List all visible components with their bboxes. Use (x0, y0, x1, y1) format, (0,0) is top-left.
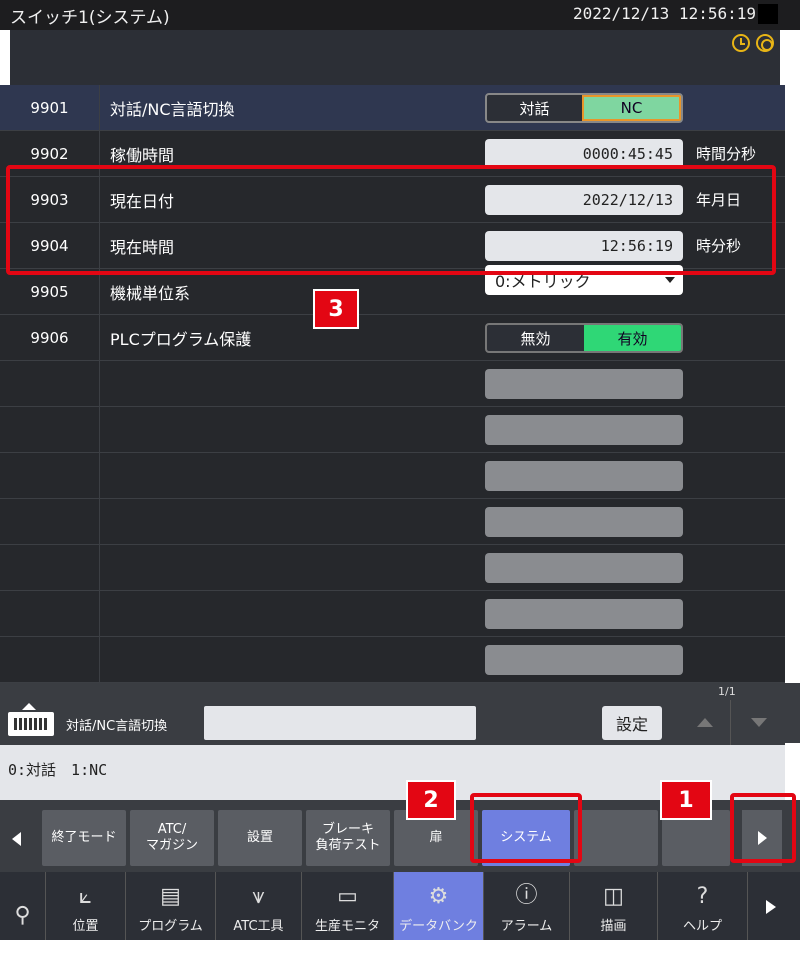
table-row[interactable]: 9905 機械単位系 0:メトリック (0, 265, 785, 315)
nav-help[interactable]: ? ヘルプ (658, 872, 748, 940)
input-label: 対話/NC言語切換 (66, 719, 168, 734)
page-indicator: 1/1 (718, 685, 736, 698)
highlight-box-next (730, 793, 796, 863)
callout-badge-1: 1 (660, 780, 712, 820)
toggle-option-dialog[interactable]: 対話 (487, 95, 582, 121)
fkey-brake-test[interactable]: ブレーキ 負荷テスト (306, 810, 390, 866)
nav-label: ATC工具 (233, 919, 284, 934)
status-box (758, 4, 778, 24)
table-row (0, 499, 785, 545)
param-number: 9905 (0, 269, 100, 314)
language-toggle[interactable]: 対話 NC (485, 93, 683, 123)
fkey-blank-7[interactable] (574, 810, 658, 866)
highlight-box-date-time (6, 165, 776, 275)
sync-icon (756, 34, 774, 52)
highlight-box-system (470, 793, 582, 863)
help-icon: ? (696, 884, 709, 909)
nav-program[interactable]: ▤ プログラム (126, 872, 216, 940)
fkey-setup[interactable]: 設置 (218, 810, 302, 866)
param-number (0, 591, 100, 636)
toggle-option-nc[interactable]: NC (582, 95, 681, 121)
status-bar (10, 30, 780, 59)
plc-protection-toggle[interactable]: 無効 有効 (485, 323, 683, 353)
empty-field (485, 507, 683, 537)
value-input[interactable] (204, 706, 476, 740)
param-number: 9901 (0, 85, 100, 130)
nav-position[interactable]: ⟀ 位置 (46, 872, 126, 940)
message-bar (10, 59, 780, 85)
callout-badge-2: 2 (406, 780, 456, 820)
param-number (0, 637, 100, 682)
empty-field (485, 645, 683, 675)
param-number (0, 499, 100, 544)
param-label: 機械単位系 (110, 283, 191, 303)
table-row (0, 545, 785, 591)
scroll-down-button[interactable] (730, 700, 785, 745)
empty-field (485, 415, 683, 445)
bottom-nav: ⚲ ⟀ 位置 ▤ プログラム ⩛ ATC工具 ▭ 生産モニタ ⚙ データバンク … (0, 872, 800, 940)
table-row[interactable]: 9906 PLCプログラム保護 無効 有効 (0, 315, 785, 361)
nav-label: 描画 (600, 919, 627, 934)
table-row[interactable]: 9901 対話/NC言語切換 対話 NC (0, 85, 785, 131)
help-text: 0:対話 1:NC (8, 761, 108, 779)
fkey-atc-magazine[interactable]: ATC/ マガジン (130, 810, 214, 866)
param-number (0, 407, 100, 452)
datetime-display: 2022/12/13 12:56:19 (572, 4, 756, 23)
nav-atc-tool[interactable]: ⩛ ATC工具 (216, 872, 302, 940)
nav-monitor[interactable]: ▭ 生産モニタ (302, 872, 394, 940)
nav-label: 位置 (72, 919, 99, 934)
clock-icon (732, 34, 750, 52)
axis-icon: ⟀ (78, 884, 93, 909)
atc-tool-icon: ⩛ (252, 884, 265, 909)
title-bar: スイッチ1(システム) 2022/12/13 12:56:19 (0, 0, 800, 30)
monitor-icon: ▭ (337, 884, 358, 909)
page-title: スイッチ1(システム) (10, 8, 170, 28)
toggle-option-enabled[interactable]: 有効 (584, 325, 681, 351)
toggle-option-disabled[interactable]: 無効 (487, 325, 584, 351)
gear-icon: ⚙ (428, 884, 449, 909)
nav-label: プログラム (138, 919, 203, 934)
nav-next-icon[interactable] (766, 900, 776, 914)
nav-draw[interactable]: ◫ 描画 (570, 872, 658, 940)
input-row: 対話/NC言語切換 設定 (0, 700, 680, 745)
param-label: PLCプログラム保護 (110, 329, 252, 349)
param-label: 対話/NC言語切換 (110, 99, 235, 119)
alarm-icon: ⓘ (515, 883, 538, 908)
table-row (0, 407, 785, 453)
nav-alarm[interactable]: ⓘ アラーム (484, 872, 570, 940)
tool-icon: ⚲ (14, 903, 31, 928)
table-row (0, 637, 785, 683)
table-row (0, 453, 785, 499)
fkey-end-mode[interactable]: 終了モード (42, 810, 126, 866)
nav-label: データバンク (399, 919, 478, 934)
empty-field (485, 461, 683, 491)
empty-field (485, 369, 683, 399)
param-number: 9906 (0, 315, 100, 360)
program-icon: ▤ (160, 884, 181, 909)
prev-page-icon[interactable] (12, 832, 21, 846)
nav-tool[interactable]: ⚲ (0, 872, 46, 940)
nav-label: ヘルプ (682, 919, 722, 934)
nav-label: アラーム (500, 919, 553, 934)
set-button[interactable]: 設定 (602, 706, 662, 740)
table-row (0, 361, 785, 407)
keyboard-eject-icon (22, 702, 36, 710)
cube-icon: ◫ (603, 884, 624, 909)
callout-badge-3: 3 (313, 289, 359, 329)
table-row (0, 591, 785, 637)
scroll-up-button[interactable] (680, 700, 730, 745)
empty-field (485, 553, 683, 583)
param-number (0, 453, 100, 498)
empty-field (485, 599, 683, 629)
param-number (0, 545, 100, 590)
nav-label: 生産モニタ (314, 919, 380, 934)
keyboard-icon[interactable] (8, 712, 54, 736)
chevron-down-icon (665, 277, 675, 283)
param-number (0, 361, 100, 406)
nav-databank[interactable]: ⚙ データバンク (394, 872, 484, 940)
